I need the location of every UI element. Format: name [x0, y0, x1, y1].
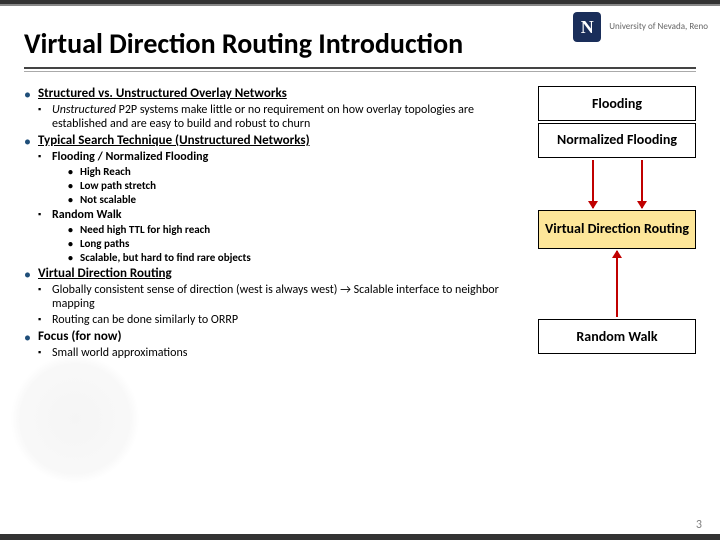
sub-routing-orrp: Routing can be done similarly to ORRP — [38, 313, 524, 327]
bullet-vdr: Virtual Direction Routing Globally consi… — [24, 266, 524, 327]
arrow-down-icon — [641, 160, 643, 208]
page-number: 3 — [696, 518, 702, 532]
bottom-bar — [0, 534, 720, 540]
arrow-up-single — [538, 251, 696, 319]
arrow-down-icon — [592, 160, 594, 208]
arrows-down-pair — [538, 160, 696, 210]
watermark-seal — [10, 354, 140, 484]
box-normalized-flooding: Normalized Flooding — [538, 123, 696, 158]
university-logo: N University of Nevada, Reno — [573, 12, 708, 42]
sub-small-world: Small world approximations — [38, 346, 524, 360]
sub-flooding: Flooding / Normalized Flooding High Reac… — [38, 150, 524, 206]
box-flooding: Flooding — [538, 86, 696, 121]
sub-random-walk: Random Walk Need high TTL for high reach… — [38, 208, 524, 264]
bullet-structured-vs-unstructured: Structured vs. Unstructured Overlay Netw… — [24, 86, 524, 131]
sub-unstructured-p2p: Unstructured P2P systems make little or … — [38, 103, 524, 131]
logo-n-icon: N — [573, 12, 601, 42]
sub-globally-consistent: Globally consistent sense of direction (… — [38, 283, 524, 311]
logo-text: University of Nevada, Reno — [609, 22, 708, 32]
pt-long-paths: Long paths — [52, 237, 524, 250]
pt-need-high-ttl: Need high TTL for high reach — [52, 223, 524, 236]
content-area: Structured vs. Unstructured Overlay Netw… — [0, 72, 720, 362]
pt-low-path-stretch: Low path stretch — [52, 179, 524, 192]
pt-scalable-hard-rare: Scalable, but hard to find rare objects — [52, 251, 524, 264]
bullet-typical-search: Typical Search Technique (Unstructured N… — [24, 133, 524, 264]
pt-high-reach: High Reach — [52, 165, 524, 178]
bullet-focus: Focus (for now) Small world approximatio… — [24, 329, 524, 360]
box-random-walk: Random Walk — [538, 319, 696, 354]
pt-not-scalable: Not scalable — [52, 193, 524, 206]
title-rule-1 — [24, 67, 696, 69]
diagram-column: Flooding Normalized Flooding Virtual Dir… — [538, 86, 696, 362]
bullet-column: Structured vs. Unstructured Overlay Netw… — [24, 86, 524, 362]
arrow-up-icon — [616, 251, 618, 317]
box-vdr: Virtual Direction Routing — [538, 210, 696, 249]
